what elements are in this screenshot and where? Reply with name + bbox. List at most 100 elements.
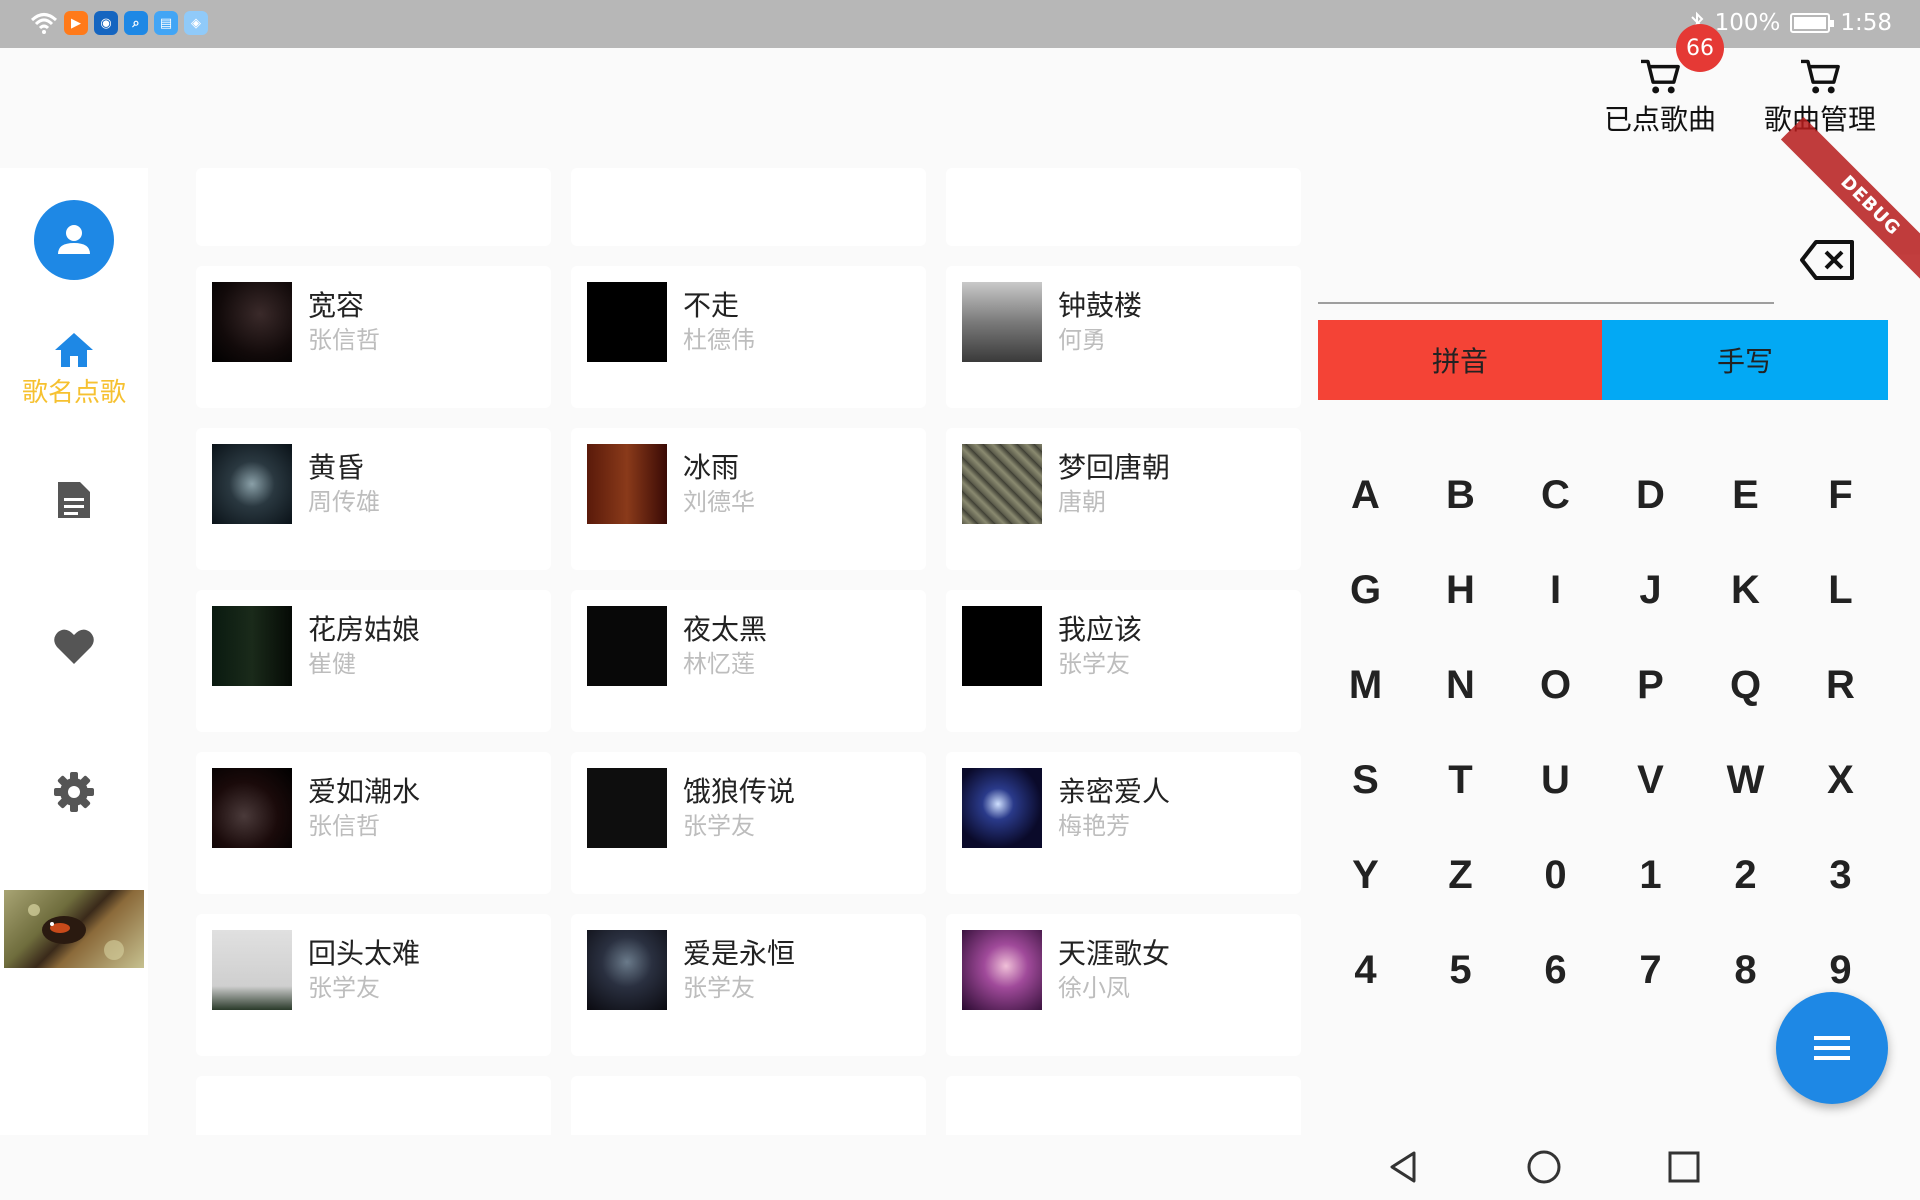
key-r[interactable]: R xyxy=(1793,638,1888,733)
browser-app-icon: ◈ xyxy=(184,11,208,35)
song-management-button[interactable]: 歌曲管理 xyxy=(1750,48,1890,138)
song-card[interactable]: 冰雨 刘德华 xyxy=(571,428,926,570)
key-1[interactable]: 1 xyxy=(1603,828,1698,923)
song-card[interactable]: 宽容 张信哲 xyxy=(196,266,551,408)
song-card[interactable]: 花房姑娘 崔健 xyxy=(196,590,551,732)
user-avatar[interactable] xyxy=(34,200,114,280)
song-title: 回头太难 xyxy=(308,937,421,970)
key-e[interactable]: E xyxy=(1698,448,1793,543)
person-icon xyxy=(58,225,90,254)
song-artist: 徐小凤 xyxy=(1058,974,1130,1002)
song-artist: 刘德华 xyxy=(683,488,755,516)
tab-pinyin[interactable]: 拼音 xyxy=(1318,320,1602,400)
song-card-placeholder[interactable] xyxy=(196,168,551,246)
recents-icon[interactable] xyxy=(1664,1147,1704,1187)
battery-icon xyxy=(1790,13,1835,33)
key-u[interactable]: U xyxy=(1508,733,1603,828)
key-4[interactable]: 4 xyxy=(1318,923,1413,1018)
search-input-underline[interactable] xyxy=(1318,302,1774,304)
song-artist: 梅艳芳 xyxy=(1058,812,1130,840)
home-circle-icon[interactable] xyxy=(1524,1147,1564,1187)
song-card-placeholder[interactable] xyxy=(946,168,1301,246)
key-b[interactable]: B xyxy=(1413,448,1508,543)
key-g[interactable]: G xyxy=(1318,543,1413,638)
clock: 1:58 xyxy=(1840,10,1892,36)
key-7[interactable]: 7 xyxy=(1603,923,1698,1018)
song-title: 爱如潮水 xyxy=(308,775,421,808)
song-title: 爱是永恒 xyxy=(683,937,796,970)
sidebar-item-settings[interactable] xyxy=(0,770,148,814)
song-card[interactable]: 夜太黑 林忆莲 xyxy=(571,590,926,732)
song-title: 夜太黑 xyxy=(683,613,768,646)
song-artist: 杜德伟 xyxy=(683,326,755,354)
ordered-songs-label: 已点歌曲 xyxy=(1603,103,1716,136)
song-thumbnail xyxy=(962,444,1042,524)
key-2[interactable]: 2 xyxy=(1698,828,1793,923)
song-card[interactable]: 黄昏 周传雄 xyxy=(196,428,551,570)
key-p[interactable]: P xyxy=(1603,638,1698,733)
song-card[interactable]: 天涯歌女 徐小凤 xyxy=(946,914,1301,1056)
key-0[interactable]: 0 xyxy=(1508,828,1603,923)
song-thumbnail xyxy=(212,444,292,524)
song-title: 亲密爱人 xyxy=(1058,775,1171,808)
key-m[interactable]: M xyxy=(1318,638,1413,733)
ordered-songs-button[interactable]: 66 已点歌曲 xyxy=(1590,24,1730,138)
key-a[interactable]: A xyxy=(1318,448,1413,543)
song-card[interactable]: 爱如潮水 张信哲 xyxy=(196,752,551,894)
song-artist: 周传雄 xyxy=(308,488,380,516)
key-6[interactable]: 6 xyxy=(1508,923,1603,1018)
song-card[interactable]: 我应该 张学友 xyxy=(946,590,1301,732)
key-c[interactable]: C xyxy=(1508,448,1603,543)
key-8[interactable]: 8 xyxy=(1698,923,1793,1018)
key-s[interactable]: S xyxy=(1318,733,1413,828)
key-q[interactable]: Q xyxy=(1698,638,1793,733)
back-icon[interactable] xyxy=(1384,1147,1424,1187)
key-o[interactable]: O xyxy=(1508,638,1603,733)
key-w[interactable]: W xyxy=(1698,733,1793,828)
tab-handwrite[interactable]: 手写 xyxy=(1602,320,1888,400)
song-card[interactable]: 钟鼓楼 何勇 xyxy=(946,266,1301,408)
key-3[interactable]: 3 xyxy=(1793,828,1888,923)
search-app-icon: ⌕ xyxy=(124,11,148,35)
song-title: 黄昏 xyxy=(308,451,365,484)
song-card[interactable]: 梦回唐朝 唐朝 xyxy=(946,428,1301,570)
song-artist: 张学友 xyxy=(1058,650,1130,678)
letter-keyboard: A B C D E F G H I J K L M N O P Q R S T … xyxy=(1318,448,1888,1018)
menu-fab-button[interactable] xyxy=(1776,992,1888,1104)
key-5[interactable]: 5 xyxy=(1413,923,1508,1018)
key-d[interactable]: D xyxy=(1603,448,1698,543)
sidebar-item-song-name[interactable]: 歌名点歌 xyxy=(0,330,148,409)
key-y[interactable]: Y xyxy=(1318,828,1413,923)
song-thumbnail xyxy=(212,606,292,686)
song-thumbnail xyxy=(587,282,667,362)
song-card[interactable]: 不走 杜德伟 xyxy=(571,266,926,408)
song-card[interactable]: 亲密爱人 梅艳芳 xyxy=(946,752,1301,894)
wifi-icon xyxy=(30,13,58,34)
key-h[interactable]: H xyxy=(1413,543,1508,638)
key-v[interactable]: V xyxy=(1603,733,1698,828)
key-n[interactable]: N xyxy=(1413,638,1508,733)
song-card-placeholder[interactable] xyxy=(196,1076,551,1135)
song-card[interactable]: 回头太难 张学友 xyxy=(196,914,551,1056)
song-title: 不走 xyxy=(683,289,740,322)
song-card-placeholder[interactable] xyxy=(946,1076,1301,1135)
key-l[interactable]: L xyxy=(1793,543,1888,638)
key-k[interactable]: K xyxy=(1698,543,1793,638)
song-card-placeholder[interactable] xyxy=(571,168,926,246)
song-card-placeholder[interactable] xyxy=(571,1076,926,1135)
key-t[interactable]: T xyxy=(1413,733,1508,828)
sidebar-item-favorites[interactable] xyxy=(0,626,148,666)
song-card[interactable]: 饿狼传说 张学友 xyxy=(571,752,926,894)
backspace-button[interactable] xyxy=(1798,236,1858,284)
key-z[interactable]: Z xyxy=(1413,828,1508,923)
song-thumbnail xyxy=(962,930,1042,1010)
key-x[interactable]: X xyxy=(1793,733,1888,828)
key-f[interactable]: F xyxy=(1793,448,1888,543)
video-app-icon: ▶ xyxy=(64,11,88,35)
song-grid: 宽容 张信哲 不走 杜德伟 钟鼓楼 何勇 黄昏 周传雄 冰雨 刘德华 梦回唐朝 … xyxy=(196,168,1304,1135)
song-thumbnail xyxy=(587,768,667,848)
song-card[interactable]: 爱是永恒 张学友 xyxy=(571,914,926,1056)
key-j[interactable]: J xyxy=(1603,543,1698,638)
key-i[interactable]: I xyxy=(1508,543,1603,638)
sidebar-item-documents[interactable] xyxy=(0,478,148,522)
